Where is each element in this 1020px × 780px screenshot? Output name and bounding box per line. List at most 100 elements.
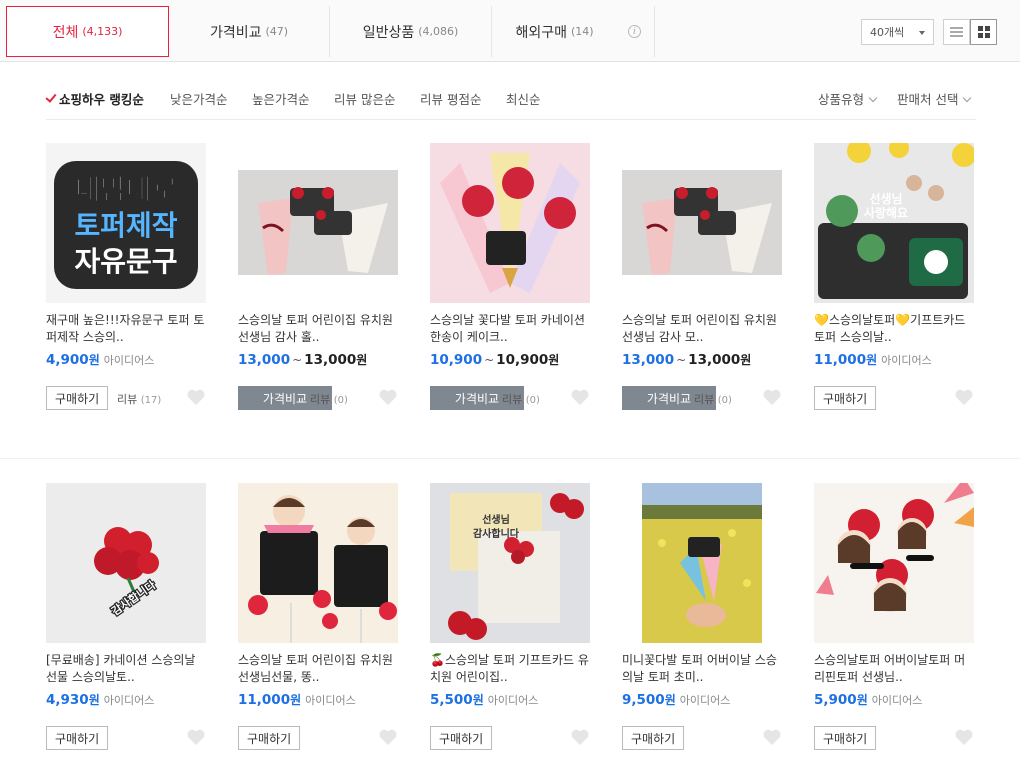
product-image[interactable]: 선생님 감사합니다: [430, 483, 590, 643]
review-link[interactable]: 리뷰 (0): [502, 391, 540, 407]
product-card: 내맘대로 토퍼제작 자유문구 재구매 높은!!!자유문구 토퍼 토퍼제작 스승의…: [46, 143, 206, 410]
heart-icon[interactable]: [570, 388, 590, 406]
heart-icon[interactable]: [570, 728, 590, 746]
product-image[interactable]: [238, 143, 398, 303]
grid-view-button[interactable]: [970, 19, 997, 45]
product-image[interactable]: 선생님 사랑해요: [814, 143, 974, 303]
price-row: 5,500원 아이디어스: [430, 691, 590, 711]
heart-icon[interactable]: [186, 388, 206, 406]
heart-icon[interactable]: [954, 728, 974, 746]
product-title[interactable]: 🍒스승의날 토퍼 기프트카드 유치원 어린이집..: [430, 652, 590, 686]
filter-product-type[interactable]: 상품유형: [818, 89, 878, 108]
price-range-tilde: ~: [484, 353, 495, 367]
product-title[interactable]: [무료배송] 카네이션 스승의날선물 스승의날토..: [46, 652, 206, 686]
won-unit: 원: [740, 353, 752, 367]
chevron-down-icon: [868, 93, 878, 103]
tab-price-compare[interactable]: 가격비교 (47): [169, 6, 330, 57]
sort-high-price[interactable]: 높은가격순: [252, 89, 310, 108]
tab-overseas[interactable]: 해외구매 (14): [492, 6, 617, 57]
heart-icon[interactable]: [186, 728, 206, 746]
list-view-button[interactable]: [943, 19, 970, 45]
buy-button[interactable]: 구매하기: [46, 386, 109, 410]
heart-icon[interactable]: [954, 388, 974, 406]
seller-name[interactable]: 아이디어스: [872, 692, 923, 708]
product-title[interactable]: 스승의날 토퍼 어린이집 유치원 선생님 감사 모..: [622, 312, 782, 346]
product-title[interactable]: 💛스승의날토퍼💛기프트카드토퍼 스승의날..: [814, 312, 974, 346]
seller-name[interactable]: 아이디어스: [488, 692, 539, 708]
product-image[interactable]: [238, 483, 398, 643]
price-row: 10,900 ~ 10,900원: [430, 351, 590, 371]
buy-button[interactable]: 구매하기: [814, 386, 877, 410]
price-value: 10,900: [496, 352, 549, 368]
product-card: 스승의날 토퍼 어린이집 유치원 선생님선물, 똥.. 11,000원 아이디어…: [238, 483, 398, 750]
tab-all[interactable]: 전체 (4,133): [6, 6, 169, 57]
seller-name[interactable]: 아이디어스: [305, 692, 356, 708]
image-text: 감사합니다: [473, 527, 520, 540]
card-actions: 구매하기: [238, 726, 398, 750]
sort-review-rating[interactable]: 리뷰 평점순: [420, 89, 481, 108]
price-max: 10,900원: [496, 351, 559, 368]
product-image[interactable]: 감사합니다: [46, 483, 206, 643]
product-title[interactable]: 스승의날 꽃다발 토퍼 카네이션 한송이 케이크..: [430, 312, 590, 346]
sort-newest[interactable]: 최신순: [506, 89, 541, 108]
category-tab-bar: 전체 (4,133) 가격비교 (47) 일반상품 (4,086) 해외구매 (14) …: [0, 0, 1020, 62]
buy-button[interactable]: 구매하기: [46, 726, 109, 750]
product-title[interactable]: 스승의날 토퍼 어린이집 유치원 선생님선물, 똥..: [238, 652, 398, 686]
buy-button[interactable]: 구매하기: [238, 726, 301, 750]
per-page-select[interactable]: 40개씩: [861, 19, 934, 45]
heart-icon[interactable]: [378, 728, 398, 746]
product-image[interactable]: [430, 143, 590, 303]
card-actions: 구매하기: [814, 386, 974, 410]
price-row: 4,900원 아이디어스: [46, 351, 206, 371]
buy-button[interactable]: 구매하기: [814, 726, 877, 750]
image-text: 선생님: [482, 513, 510, 526]
price-row: 9,500원 아이디어스: [622, 691, 782, 711]
heart-icon[interactable]: [762, 728, 782, 746]
seller-name[interactable]: 아이디어스: [104, 352, 155, 368]
sort-label: 쇼핑하우 랭킹순: [59, 92, 144, 107]
seller-name[interactable]: 아이디어스: [881, 352, 932, 368]
price: 11,000원: [238, 691, 301, 708]
review-link[interactable]: 리뷰 (0): [310, 391, 348, 407]
tab-general-products[interactable]: 일반상품 (4,086): [330, 6, 492, 57]
price-range-tilde: ~: [676, 353, 687, 367]
price-max: 13,000원: [304, 351, 367, 368]
product-title[interactable]: 미니꽃다발 토퍼 어버이날 스승의날 토퍼 초미..: [622, 652, 782, 686]
filter-seller[interactable]: 판매처 선택: [897, 89, 972, 108]
review-link[interactable]: 리뷰 (17): [117, 391, 161, 407]
sort-ranking[interactable]: 쇼핑하우 랭킹순: [45, 89, 144, 108]
price-min: 10,900: [430, 352, 482, 368]
product-title[interactable]: 스승의날 토퍼 어린이집 유치원 선생님 감사 홀..: [238, 312, 398, 346]
won-unit: 원: [856, 693, 868, 707]
heart-icon[interactable]: [762, 388, 782, 406]
buy-button[interactable]: 구매하기: [430, 726, 493, 750]
product-title[interactable]: 재구매 높은!!!자유문구 토퍼 토퍼제작 스승의..: [46, 312, 206, 346]
filter-label: 판매처 선택: [897, 92, 959, 107]
price: 5,900원: [814, 691, 868, 708]
heart-icon[interactable]: [378, 388, 398, 406]
product-title[interactable]: 스승의날토퍼 어버이날토퍼 머리핀토퍼 선생님..: [814, 652, 974, 686]
sort-label: 리뷰 평점순: [420, 92, 482, 107]
sort-low-price[interactable]: 낮은가격순: [170, 89, 228, 108]
won-unit: 원: [664, 693, 676, 707]
sort-most-reviews[interactable]: 리뷰 많은순: [334, 89, 395, 108]
row-divider: [0, 458, 1020, 459]
check-icon: [45, 91, 57, 103]
seller-name[interactable]: 아이디어스: [104, 692, 155, 708]
product-image[interactable]: [814, 483, 974, 643]
card-actions: 가격비교 리뷰 (0): [430, 386, 590, 410]
filter-label: 상품유형: [818, 92, 865, 107]
image-text: 자유문구: [74, 245, 177, 278]
review-link[interactable]: 리뷰 (0): [694, 391, 732, 407]
price-value: 11,000: [238, 692, 291, 708]
seller-name[interactable]: 아이디어스: [680, 692, 731, 708]
product-image[interactable]: 내맘대로 토퍼제작 자유문구: [46, 143, 206, 303]
buy-button[interactable]: 구매하기: [622, 726, 685, 750]
price-row: 4,930원 아이디어스: [46, 691, 206, 711]
info-icon[interactable]: i: [628, 25, 641, 38]
price-value: 5,900: [814, 692, 857, 708]
grid-icon: [977, 26, 990, 38]
won-unit: 원: [472, 693, 484, 707]
product-image[interactable]: [622, 483, 782, 643]
product-image[interactable]: [622, 143, 782, 303]
